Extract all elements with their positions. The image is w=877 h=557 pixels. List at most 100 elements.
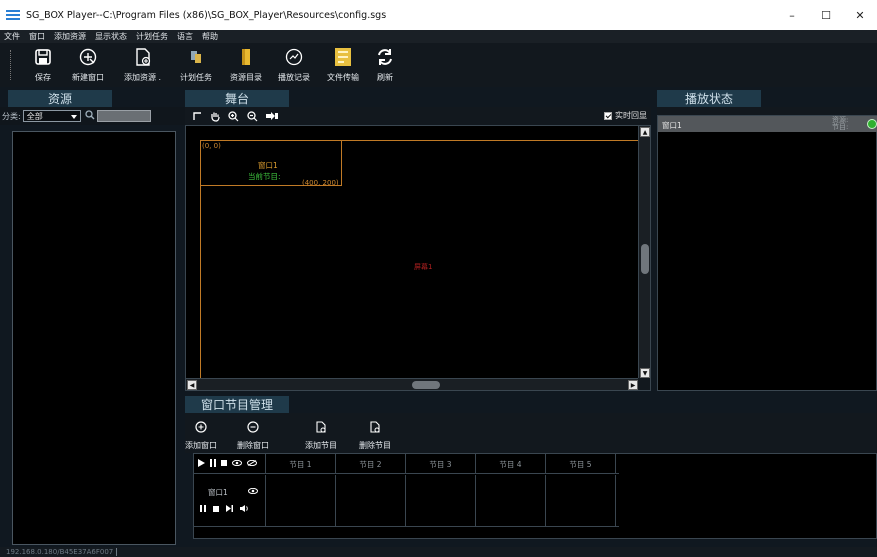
- program-column-2[interactable]: 节目 2: [336, 454, 406, 474]
- add-program-label: 添加节目: [305, 441, 337, 450]
- fit-screen-icon[interactable]: [266, 110, 278, 122]
- show-all-eye-icon[interactable]: [232, 459, 242, 469]
- program-column-5[interactable]: 节目 5: [546, 454, 616, 474]
- new-window-button[interactable]: 新建窗口: [72, 46, 104, 83]
- pan-hand-icon[interactable]: [210, 110, 220, 122]
- maximize-button[interactable]: ☐: [809, 0, 843, 30]
- add-window-label: 添加窗口: [185, 441, 217, 450]
- program-column-4[interactable]: 节目 4: [476, 454, 546, 474]
- scroll-left-icon[interactable]: ◀: [187, 380, 197, 390]
- pause-all-icon[interactable]: [210, 458, 216, 470]
- stop-all-icon[interactable]: [221, 459, 227, 469]
- file-transfer-icon: [334, 46, 352, 68]
- menu-help[interactable]: 帮助: [202, 31, 218, 42]
- plan-task-button[interactable]: 计划任务: [180, 46, 212, 83]
- window-pause-icon[interactable]: [200, 505, 206, 515]
- resource-list[interactable]: [12, 131, 176, 545]
- window-visible-eye-icon[interactable]: [248, 487, 258, 497]
- resource-panel: 分类: 全部: [0, 107, 190, 547]
- add-window-icon: [195, 421, 207, 436]
- stage-window-size: (400, 200): [302, 179, 339, 187]
- close-button[interactable]: ✕: [843, 0, 877, 30]
- menu-language[interactable]: 语言: [177, 31, 193, 42]
- stage-current-program: 当前节目:: [248, 172, 281, 181]
- scroll-up-icon[interactable]: ▲: [640, 127, 650, 137]
- select-corner-icon[interactable]: [193, 110, 202, 122]
- zoom-in-icon[interactable]: [228, 110, 239, 122]
- menu-file[interactable]: 文件: [4, 31, 20, 42]
- hide-all-eye-icon[interactable]: [247, 459, 257, 469]
- resource-search-input[interactable]: [96, 110, 151, 122]
- stage-horizontal-scrollbar[interactable]: ◀ ▶: [186, 378, 639, 390]
- realtime-echo-label: 实时回显: [615, 111, 647, 120]
- horizontal-scroll-thumb[interactable]: [412, 381, 440, 389]
- program-column-1[interactable]: 节目 1: [266, 454, 336, 474]
- resource-dir-button[interactable]: 资源目录: [230, 46, 262, 83]
- file-transfer-label: 文件传输: [327, 73, 359, 82]
- menu-add-resource[interactable]: 添加资源: [54, 31, 86, 42]
- search-icon[interactable]: [85, 109, 95, 123]
- play-status-panel: 窗口1 资源: 节目:: [657, 107, 877, 391]
- realtime-echo-checkbox[interactable]: [604, 111, 612, 120]
- save-button[interactable]: 保存: [34, 46, 52, 83]
- refresh-button[interactable]: 刷新: [376, 46, 394, 83]
- zoom-out-icon[interactable]: [247, 110, 258, 122]
- scroll-down-icon[interactable]: ▼: [640, 368, 650, 378]
- stage-screen-label: 屏幕1: [414, 263, 433, 271]
- resource-dir-label: 资源目录: [230, 73, 262, 82]
- menu-bar: 文件 窗口 添加资源 显示状态 计划任务 语言 帮助: [0, 30, 877, 43]
- program-grid: 节目 1 节目 2 节目 3 节目 4 节目 5 窗口1: [193, 453, 877, 539]
- scroll-right-icon[interactable]: ▶: [628, 380, 638, 390]
- window-volume-icon[interactable]: [240, 505, 249, 515]
- play-status-list: 窗口1 资源: 节目:: [657, 115, 877, 391]
- add-program-button[interactable]: 添加节目: [305, 421, 337, 451]
- play-status-indicator-icon: [867, 119, 877, 129]
- chart-log-icon: [285, 46, 303, 68]
- program-cell-5[interactable]: [546, 475, 616, 527]
- file-transfer-button[interactable]: 文件传输: [327, 46, 359, 83]
- status-window-name: 窗口1: [662, 121, 682, 130]
- refresh-label: 刷新: [377, 73, 393, 82]
- global-playback-controls: [194, 454, 266, 474]
- window-stop-icon[interactable]: [213, 505, 219, 515]
- window-next-icon[interactable]: [226, 505, 233, 515]
- stage-vertical-scrollbar[interactable]: ▲ ▼: [638, 126, 650, 379]
- row-window-name: 窗口1: [208, 488, 228, 497]
- schedule-icon: [189, 46, 203, 68]
- main-toolbar: 保存 新建窗口 添加资源 . 计划任务 资源目录 播放记录 文件传输 刷新: [0, 43, 877, 87]
- refresh-icon: [376, 46, 394, 68]
- program-cell-1[interactable]: [266, 475, 336, 527]
- realtime-echo-toggle[interactable]: 实时回显: [604, 110, 647, 121]
- delete-program-button[interactable]: 删除节目: [359, 421, 391, 451]
- menu-display-status[interactable]: 显示状态: [95, 31, 127, 42]
- add-window-button[interactable]: 添加窗口: [185, 421, 217, 451]
- play-all-icon[interactable]: [198, 458, 205, 470]
- stage-canvas-area[interactable]: (0, 0) 窗口1 当前节目: (400, 200) 屏幕1 ▲ ▼ ◀ ▶: [185, 125, 651, 391]
- menu-plan-task[interactable]: 计划任务: [136, 31, 168, 42]
- stage-toolbar: 实时回显: [185, 107, 651, 125]
- minimize-button[interactable]: –: [775, 0, 809, 30]
- delete-window-button[interactable]: 删除窗口: [237, 421, 269, 451]
- program-cell-3[interactable]: [406, 475, 476, 527]
- program-cell-2[interactable]: [336, 475, 406, 527]
- program-column-3[interactable]: 节目 3: [406, 454, 476, 474]
- delete-window-icon: [247, 421, 259, 436]
- status-bar: 192.168.0.180/B45E37A6F007: [0, 547, 877, 557]
- status-row-window-1[interactable]: 窗口1 资源: 节目:: [658, 116, 877, 132]
- add-resource-button[interactable]: 添加资源 .: [124, 46, 161, 83]
- program-cell-4[interactable]: [476, 475, 546, 527]
- menu-window[interactable]: 窗口: [29, 31, 45, 42]
- stage-canvas[interactable]: (0, 0) 窗口1 当前节目: (400, 200) 屏幕1: [186, 126, 640, 380]
- play-log-button[interactable]: 播放记录: [278, 46, 310, 83]
- folder-icon: [239, 46, 253, 68]
- save-label: 保存: [35, 73, 51, 82]
- device-address: 192.168.0.180/B45E37A6F007: [6, 548, 118, 556]
- resource-filter-row: 分类: 全部: [0, 107, 190, 125]
- program-grid-header: 节目 1 节目 2 节目 3 节目 4 节目 5: [194, 454, 619, 474]
- play-status-panel-title: 播放状态: [657, 90, 761, 107]
- chevron-down-icon: [70, 112, 77, 121]
- vertical-scroll-thumb[interactable]: [641, 244, 649, 274]
- category-select[interactable]: 全部: [22, 110, 81, 122]
- new-window-icon: [79, 46, 97, 68]
- stage-panel-title: 舞台: [185, 90, 289, 107]
